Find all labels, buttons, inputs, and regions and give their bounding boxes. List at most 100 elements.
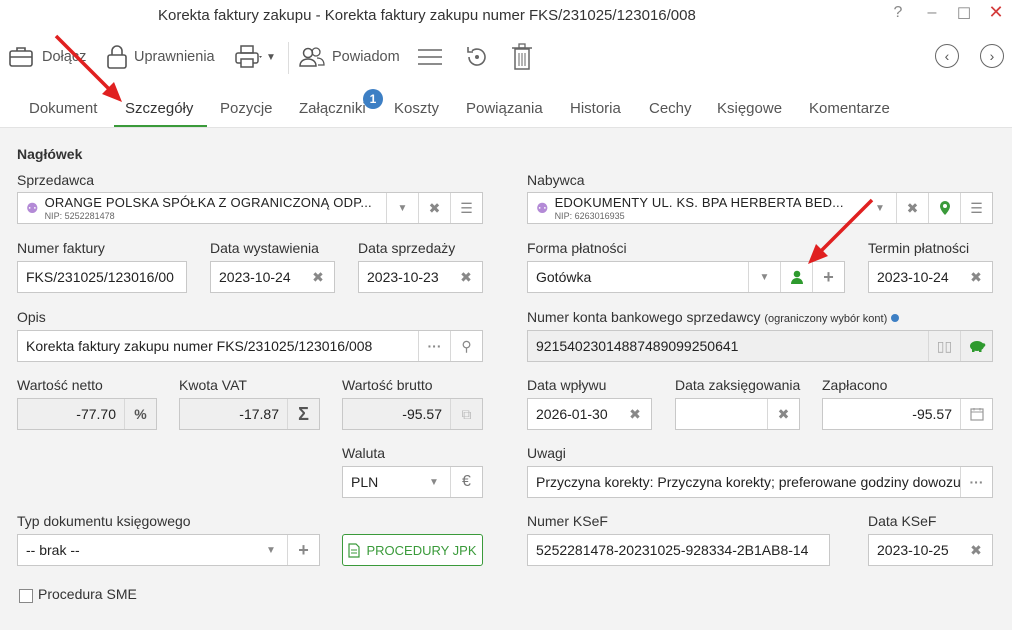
paid-value: -95.57 xyxy=(912,406,952,422)
doctype-add-button[interactable]: + xyxy=(287,535,319,565)
ksef-date-label: Data KSeF xyxy=(868,513,937,529)
posting-clear-button[interactable]: ✖ xyxy=(767,399,799,429)
tab-koszty[interactable]: Koszty xyxy=(394,100,439,117)
menu-icon xyxy=(418,49,442,65)
doctype-value: -- brak -- xyxy=(26,542,80,558)
notify-label: Powiadom xyxy=(332,49,400,65)
chevron-down-icon: ▼ xyxy=(266,544,276,556)
sale-date-clear-button[interactable]: ✖ xyxy=(450,262,482,292)
desc-search-button[interactable]: ⚲ xyxy=(450,331,482,361)
paid-input[interactable]: -95.57 xyxy=(822,398,993,430)
bank-label-text: Numer konta bankowego sprzedawcy xyxy=(527,309,761,325)
payment-due-clear-button[interactable]: ✖ xyxy=(960,262,992,292)
tab-komentarze[interactable]: Komentarze xyxy=(809,100,890,117)
desc-value: Korekta faktury zakupu numer FKS/231025/… xyxy=(26,338,373,354)
help-icon[interactable]: ? xyxy=(886,4,910,22)
toolbar: Dołącz Uprawnienia ▼ Powiadom xyxy=(0,36,1012,78)
sme-label: Procedura SME xyxy=(38,586,137,602)
delete-button[interactable] xyxy=(511,42,539,72)
receipt-clear-button[interactable]: ✖ xyxy=(619,399,651,429)
currency-select[interactable]: PLN ▼ € xyxy=(342,466,483,498)
close-icon: ✖ xyxy=(970,268,982,285)
vat-sum-button[interactable]: Σ xyxy=(287,399,319,429)
ksef-no-input[interactable]: 5252281478-20231025-928334-2B1AB8-14 xyxy=(527,534,830,566)
refresh-button[interactable] xyxy=(464,42,496,72)
previous-button[interactable]: ‹ xyxy=(935,44,959,68)
receipt-date-input[interactable]: 2026-01-30 ✖ xyxy=(527,398,652,430)
issue-date-label: Data wystawienia xyxy=(210,240,319,256)
close-icon[interactable]: ✕ xyxy=(984,2,1008,23)
invoice-no-label: Numer faktury xyxy=(17,240,105,256)
close-icon: ✖ xyxy=(312,268,324,285)
contractor-icon: ⚉ xyxy=(26,199,39,216)
bank-piggy-button[interactable] xyxy=(960,331,992,361)
chevron-down-icon: ▼ xyxy=(429,476,439,488)
payment-form-person-button[interactable] xyxy=(780,262,812,292)
buyer-location-button[interactable] xyxy=(928,193,960,223)
issue-date-input[interactable]: 2023-10-24 ✖ xyxy=(210,261,335,293)
refresh-icon xyxy=(467,47,486,66)
buyer-clear-button[interactable]: ✖ xyxy=(896,193,928,223)
title-bar: Korekta faktury zakupu - Korekta faktury… xyxy=(0,0,1012,32)
payment-due-input[interactable]: 2023-10-24 ✖ xyxy=(868,261,993,293)
tab-ksiegowe[interactable]: Księgowe xyxy=(717,100,782,117)
sme-checkbox[interactable] xyxy=(19,589,33,603)
bank-account-input[interactable]: 92154023014887489099250641 ▯▯ xyxy=(527,330,993,362)
vat-input[interactable]: -17.87 Σ xyxy=(179,398,320,430)
net-input[interactable]: -77.70 % xyxy=(17,398,157,430)
tab-powiazania[interactable]: Powiązania xyxy=(466,100,543,117)
posting-date-input[interactable]: ✖ xyxy=(675,398,800,430)
tab-historia[interactable]: Historia xyxy=(570,100,621,117)
desc-more-button[interactable]: ··· xyxy=(418,331,450,361)
ksef-date-clear-button[interactable]: ✖ xyxy=(960,535,992,565)
gross-copy-button[interactable]: ⧉ xyxy=(450,399,482,429)
notes-input[interactable]: Przyczyna korekty: Przyczyna korekty; pr… xyxy=(527,466,993,498)
gross-input[interactable]: -95.57 ⧉ xyxy=(342,398,483,430)
tab-zalaczniki[interactable]: Załączniki xyxy=(299,100,366,117)
tab-pozycje[interactable]: Pozycje xyxy=(220,100,273,117)
sale-date-input[interactable]: 2023-10-23 ✖ xyxy=(358,261,483,293)
issue-date-value: 2023-10-24 xyxy=(219,269,291,285)
printer-icon xyxy=(235,45,262,68)
more-menu-button[interactable] xyxy=(416,42,450,72)
notes-more-button[interactable]: ··· xyxy=(960,467,992,497)
bank-label: Numer konta bankowego sprzedawcy (ograni… xyxy=(527,309,900,325)
buyer-menu-button[interactable]: ☰ xyxy=(960,193,992,223)
seller-menu-button[interactable]: ☰ xyxy=(450,193,482,223)
ksef-date-input[interactable]: 2023-10-25 ✖ xyxy=(868,534,993,566)
bank-book-button[interactable]: ▯▯ xyxy=(928,331,960,361)
invoice-no-input[interactable]: FKS/231025/123016/00 xyxy=(17,261,187,293)
doctype-select[interactable]: -- brak -- ▼ + xyxy=(17,534,320,566)
people-icon xyxy=(299,47,325,67)
issue-date-clear-button[interactable]: ✖ xyxy=(302,262,334,292)
currency-dropdown-button[interactable]: ▼ xyxy=(418,467,450,497)
desc-input[interactable]: Korekta faktury zakupu numer FKS/231025/… xyxy=(17,330,483,362)
next-button[interactable]: › xyxy=(980,44,1004,68)
maximize-icon[interactable]: ☐ xyxy=(952,4,976,24)
attach-button[interactable]: Dołącz xyxy=(8,42,86,72)
currency-label: Waluta xyxy=(342,445,386,461)
paid-calendar-button[interactable] xyxy=(960,399,992,429)
tab-dokument[interactable]: Dokument xyxy=(29,100,97,117)
notify-button[interactable]: Powiadom xyxy=(298,42,400,72)
net-percent-button[interactable]: % xyxy=(124,399,156,429)
gross-value: -95.57 xyxy=(402,406,442,422)
doctype-dropdown-button[interactable]: ▼ xyxy=(255,535,287,565)
payment-form-select[interactable]: Gotówka ▼ + xyxy=(527,261,845,293)
buyer-field[interactable]: ⚉ EDOKUMENTY UL. KS. BPA HERBERTA BED...… xyxy=(527,192,993,224)
payment-form-dropdown-button[interactable]: ▼ xyxy=(748,262,780,292)
seller-field[interactable]: ⚉ ORANGE POLSKA SPÓŁKA Z OGRANICZONĄ ODP… xyxy=(17,192,483,224)
tab-cechy[interactable]: Cechy xyxy=(649,100,692,117)
minimize-icon[interactable]: – xyxy=(920,4,944,22)
permissions-button[interactable]: Uprawnienia xyxy=(106,42,215,72)
buyer-dropdown-button[interactable]: ▼ xyxy=(864,193,896,223)
payment-form-add-button[interactable]: + xyxy=(812,262,844,292)
currency-rate-button[interactable]: € xyxy=(450,467,482,497)
ellipsis-icon: ··· xyxy=(427,338,442,354)
bank-account-value: 92154023014887489099250641 xyxy=(536,338,739,354)
jpk-procedures-button[interactable]: PROCEDURY JPK xyxy=(342,534,483,566)
seller-clear-button[interactable]: ✖ xyxy=(418,193,450,223)
tab-szczegoly[interactable]: Szczegóły xyxy=(125,100,193,117)
print-button[interactable]: ▼ xyxy=(234,42,276,72)
seller-dropdown-button[interactable]: ▼ xyxy=(386,193,418,223)
